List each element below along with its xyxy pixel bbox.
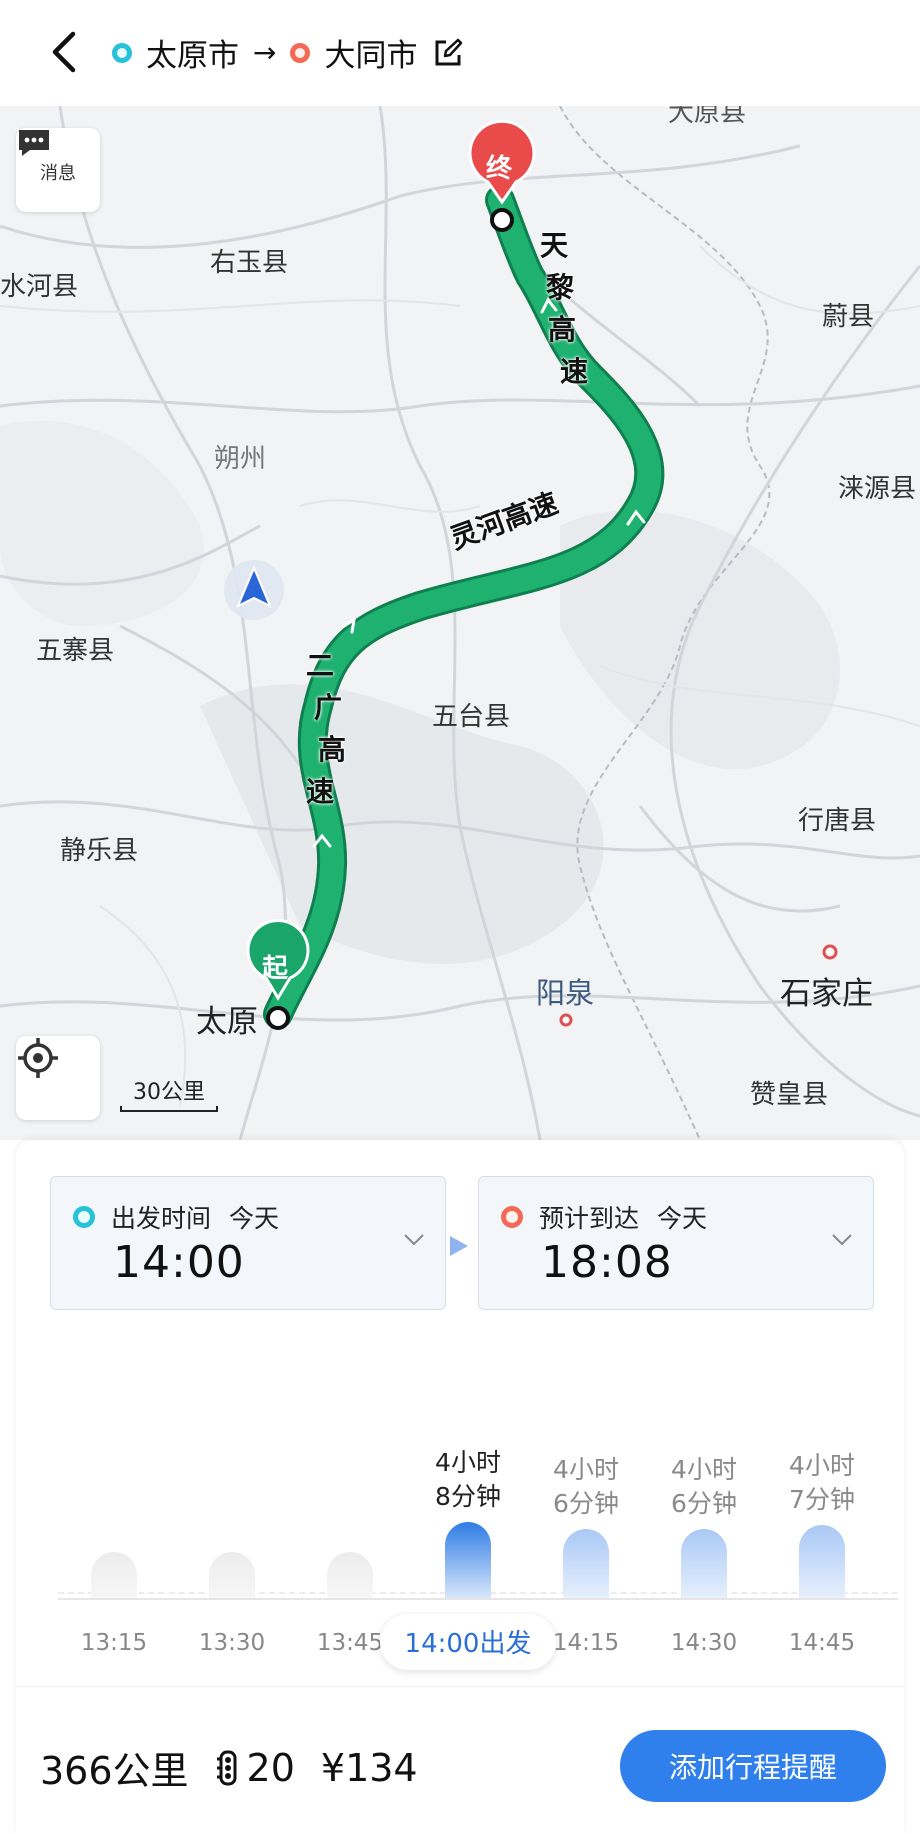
place-label: 涞源县 (838, 474, 917, 504)
divider (16, 1686, 904, 1687)
arrow-right-icon (450, 1236, 468, 1256)
road-label-tianli-2: 黎 (546, 271, 575, 304)
chart-bar[interactable] (91, 1552, 137, 1598)
chevron-down-icon (404, 1234, 424, 1246)
traffic-light-count: 20 (246, 1745, 295, 1790)
chart-bar[interactable] (445, 1521, 491, 1598)
message-label: 消息 (40, 163, 76, 184)
locate-button[interactable] (16, 1036, 100, 1120)
chat-bubble-icon (19, 130, 49, 156)
arrival-day: 今天 (657, 1204, 708, 1233)
origin-name: 太原市 (146, 38, 239, 74)
destination-name: 大同市 (324, 38, 418, 74)
edit-icon[interactable] (433, 38, 463, 68)
departure-time: 14:00 (113, 1237, 245, 1288)
chart-tick-label[interactable]: 14:45 (772, 1630, 872, 1656)
place-label: 水河县 (0, 272, 79, 302)
back-button[interactable] (44, 28, 84, 76)
chart-bar[interactable] (209, 1552, 255, 1598)
top-bar: 太原市 → 大同市 (0, 0, 920, 106)
map-scale: 30公里 (120, 1074, 218, 1112)
place-label: 大原县 (668, 106, 747, 128)
trip-panel: 出发时间 今天 14:00 预计到达 今天 18:08 13:15 13:30 13… (16, 1140, 904, 1834)
road-label-erguang-4: 速 (306, 775, 335, 808)
chart-tick-label[interactable]: 14:30 (654, 1630, 754, 1656)
map-view[interactable]: 大原县 右玉县 水河县 蔚县 朔州 涞源县 五寨县 五台县 静乐县 行唐县 阳泉… (0, 106, 920, 1140)
departure-time-chart[interactable]: 13:15 13:30 13:45 4小时 8分钟 14:00出发 4小时 6分钟 14:15 4… (42, 1440, 898, 1670)
place-label: 阳泉 (536, 976, 595, 1010)
departure-time-card[interactable]: 出发时间 今天 14:00 (50, 1176, 446, 1310)
place-label: 右玉县 (210, 248, 289, 278)
chart-data-label: 4小时 7分钟 (789, 1451, 855, 1515)
crosshair-icon (18, 1038, 58, 1078)
traffic-light-icon (216, 1750, 237, 1785)
add-trip-reminder-button[interactable]: 添加行程提醒 (620, 1730, 886, 1802)
chart-data-label: 4小时 6分钟 (553, 1455, 619, 1519)
arrival-dot-icon (501, 1206, 523, 1228)
place-label: 五寨县 (36, 636, 115, 666)
chart-tick-label[interactable]: 13:30 (182, 1630, 282, 1656)
place-label: 行唐县 (798, 806, 877, 836)
place-label: 石家庄 (780, 976, 873, 1012)
chart-tick-label[interactable]: 13:15 (64, 1630, 164, 1656)
place-label: 蔚县 (822, 302, 875, 332)
road-label-erguang-3: 高 (318, 733, 347, 766)
chart-tick-label[interactable]: 14:15 (536, 1630, 636, 1656)
place-label: 五台县 (432, 702, 511, 732)
arrival-time: 18:08 (541, 1237, 673, 1288)
start-marker-label: 起 (262, 954, 289, 984)
origin-dot-icon (112, 42, 132, 63)
road-label-tianli-1: 天 (540, 229, 569, 262)
chart-bar[interactable] (327, 1552, 373, 1598)
scale-label: 30公里 (133, 1080, 205, 1105)
message-button[interactable]: 消息 (16, 128, 100, 212)
route-title[interactable]: 太原市 → 大同市 (112, 30, 463, 75)
chart-data-label: 4小时 8分钟 (435, 1447, 501, 1511)
destination-dot-icon (290, 42, 311, 63)
place-label: 太原 (196, 1004, 258, 1040)
departure-dot-icon (73, 1206, 95, 1228)
chart-tick-label[interactable]: 14:00出发 (388, 1623, 548, 1660)
road-label-erguang-2: 广 (314, 691, 343, 724)
place-label: 朔州 (214, 444, 267, 474)
arrival-label: 预计到达 (539, 1204, 640, 1233)
road-label-tianli-4: 速 (560, 355, 589, 388)
scale-bar (120, 1106, 218, 1112)
chart-bar[interactable] (563, 1529, 609, 1598)
place-label: 赞皇县 (750, 1080, 829, 1110)
toll-cost: ¥134 (320, 1745, 418, 1790)
distance-value: 366公里 (40, 1749, 189, 1793)
departure-day: 今天 (229, 1204, 280, 1233)
arrival-time-card[interactable]: 预计到达 今天 18:08 (478, 1176, 874, 1310)
chart-bar[interactable] (681, 1529, 727, 1598)
road-label-tianli-3: 高 (548, 313, 577, 346)
chevron-left-icon (52, 31, 76, 73)
chart-data-label: 4小时 6分钟 (671, 1455, 737, 1519)
chevron-down-icon (832, 1234, 852, 1246)
departure-label: 出发时间 (111, 1204, 212, 1233)
trip-summary: 366公里 20 ¥134 (40, 1740, 418, 1795)
road-label-erguang-1: 二 (306, 649, 335, 682)
chart-bar[interactable] (799, 1525, 845, 1598)
place-label: 静乐县 (60, 836, 139, 866)
chart-baseline (58, 1598, 898, 1600)
end-marker-label: 终 (486, 154, 513, 184)
arrow-icon: → (253, 36, 277, 69)
